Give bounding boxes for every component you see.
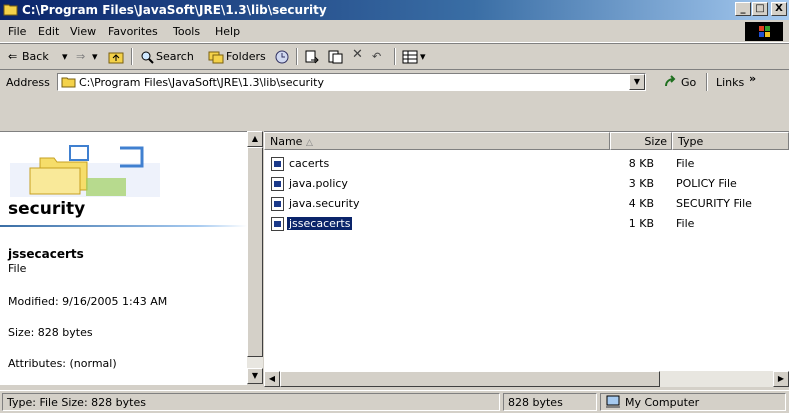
file-type: File xyxy=(676,217,695,230)
toolbar-separator xyxy=(296,48,298,65)
back-button-label[interactable]: Back xyxy=(22,50,49,63)
search-button-label[interactable]: Search xyxy=(156,50,194,63)
selected-file-name: jssecacerts xyxy=(8,247,84,261)
file-name[interactable]: cacerts xyxy=(287,157,331,170)
file-name[interactable]: java.policy xyxy=(287,177,350,190)
address-label: Address xyxy=(6,76,50,89)
menu-favorites[interactable]: Favorites xyxy=(108,25,158,38)
scroll-down-icon[interactable]: ▼ xyxy=(247,368,263,384)
toolbar-separator xyxy=(394,48,396,65)
pane-spacer xyxy=(0,93,789,131)
horizontal-scrollbar[interactable]: ◀ ▶ xyxy=(264,371,789,387)
file-icon xyxy=(271,157,284,171)
attributes-detail: Attributes: (normal) xyxy=(8,357,117,370)
back-dropdown-icon[interactable]: ▾ xyxy=(62,50,68,63)
close-button[interactable]: X xyxy=(771,2,787,16)
up-folder-icon[interactable] xyxy=(108,50,124,67)
menu-tools[interactable]: Tools xyxy=(173,25,200,38)
views-icon[interactable] xyxy=(402,50,418,67)
views-dropdown-icon[interactable]: ▾ xyxy=(420,50,426,63)
go-button[interactable]: Go xyxy=(681,76,696,89)
title-bar: C:\Program Files\JavaSoft\JRE\1.3\lib\se… xyxy=(0,0,789,20)
table-row[interactable]: java.policy 3 KB POLICY File xyxy=(264,174,789,194)
file-type: File xyxy=(676,157,695,170)
menu-bar: File Edit View Favorites Tools Help xyxy=(0,21,789,43)
address-bar: Address C:\Program Files\JavaSoft\JRE\1.… xyxy=(0,69,789,94)
scroll-right-icon[interactable]: ▶ xyxy=(773,371,789,387)
minimize-button[interactable]: _ xyxy=(735,2,751,16)
file-name[interactable]: java.security xyxy=(287,197,361,210)
folders-button-label[interactable]: Folders xyxy=(226,50,266,63)
links-button[interactable]: Links xyxy=(716,76,744,89)
links-chevron-icon[interactable]: » xyxy=(749,72,756,85)
back-arrow-icon[interactable]: ⇐ xyxy=(8,50,17,63)
file-icon xyxy=(271,217,284,231)
address-separator xyxy=(706,73,708,91)
file-type: POLICY File xyxy=(676,177,737,190)
file-icon xyxy=(271,197,284,211)
address-field[interactable]: C:\Program Files\JavaSoft\JRE\1.3\lib\se… xyxy=(57,73,646,91)
scroll-up-icon[interactable]: ▲ xyxy=(247,131,263,147)
folder-title: security xyxy=(8,199,86,219)
left-scrollbar[interactable]: ▲ ▼ xyxy=(247,131,263,384)
undo-icon[interactable]: ↶ xyxy=(372,50,381,63)
details-pane: security jssecacerts File Modified: 9/16… xyxy=(0,131,247,385)
column-name[interactable]: Name △ xyxy=(264,132,610,150)
file-size: 1 KB xyxy=(628,217,654,230)
folder-icon xyxy=(3,2,19,16)
file-type: SECURITY File xyxy=(676,197,752,210)
menu-file[interactable]: File xyxy=(8,25,26,38)
status-bar: Type: File Size: 828 bytes 828 bytes My … xyxy=(0,390,789,413)
history-icon[interactable] xyxy=(274,50,290,67)
hscroll-thumb[interactable] xyxy=(280,371,660,387)
address-dropdown-icon[interactable]: ▼ xyxy=(629,74,645,90)
file-size: 3 KB xyxy=(628,177,654,190)
toolbar-separator xyxy=(131,48,133,65)
status-zone: My Computer xyxy=(600,393,786,411)
forward-dropdown-icon[interactable]: ▾ xyxy=(92,50,98,63)
forward-arrow-icon[interactable]: ⇒ xyxy=(76,50,85,63)
sort-ascending-icon: △ xyxy=(305,138,313,148)
column-name-label: Name xyxy=(270,135,303,148)
menu-help[interactable]: Help xyxy=(215,25,240,38)
windows-logo-icon xyxy=(745,22,783,41)
folders-icon[interactable] xyxy=(208,50,224,67)
go-arrow-icon[interactable] xyxy=(663,75,679,92)
table-row[interactable]: java.security 4 KB SECURITY File xyxy=(264,194,789,214)
selected-file-type: File xyxy=(8,262,27,275)
table-row[interactable]: jssecacerts 1 KB File xyxy=(264,214,789,234)
size-detail: Size: 828 bytes xyxy=(8,326,93,339)
file-size: 4 KB xyxy=(628,197,654,210)
delete-icon[interactable]: ✕ xyxy=(352,47,363,62)
window-title: C:\Program Files\JavaSoft\JRE\1.3\lib\se… xyxy=(22,3,327,17)
scroll-thumb[interactable] xyxy=(247,147,263,357)
column-type[interactable]: Type xyxy=(672,132,789,150)
computer-icon xyxy=(605,395,621,412)
file-name-selected[interactable]: jssecacerts xyxy=(285,216,354,231)
menu-view[interactable]: View xyxy=(70,25,96,38)
folder-title-underline xyxy=(0,225,247,227)
address-folder-icon xyxy=(61,75,77,91)
column-size[interactable]: Size xyxy=(610,132,672,150)
status-zone-label: My Computer xyxy=(625,396,700,409)
status-bytes: 828 bytes xyxy=(503,393,597,411)
search-icon[interactable] xyxy=(140,50,154,67)
file-icon xyxy=(271,177,284,191)
toolbar: ⇐ Back ▾ ⇒ ▾ Search Folders ✕ ↶ ▾ xyxy=(0,43,789,70)
modified-detail: Modified: 9/16/2005 1:43 AM xyxy=(8,295,168,308)
file-list: Name △ Size Type cacerts 8 KB File java.… xyxy=(264,131,789,372)
folder-graphic-icon xyxy=(10,138,160,203)
move-to-icon[interactable] xyxy=(304,50,320,67)
table-row[interactable]: cacerts 8 KB File xyxy=(264,154,789,174)
restore-button[interactable]: □ xyxy=(752,2,768,16)
status-text: Type: File Size: 828 bytes xyxy=(2,393,500,411)
address-input[interactable]: C:\Program Files\JavaSoft\JRE\1.3\lib\se… xyxy=(79,76,324,89)
copy-to-icon[interactable] xyxy=(327,50,343,67)
column-header: Name △ Size Type xyxy=(264,132,789,150)
file-size: 8 KB xyxy=(628,157,654,170)
scroll-left-icon[interactable]: ◀ xyxy=(264,371,280,387)
menu-edit[interactable]: Edit xyxy=(38,25,59,38)
